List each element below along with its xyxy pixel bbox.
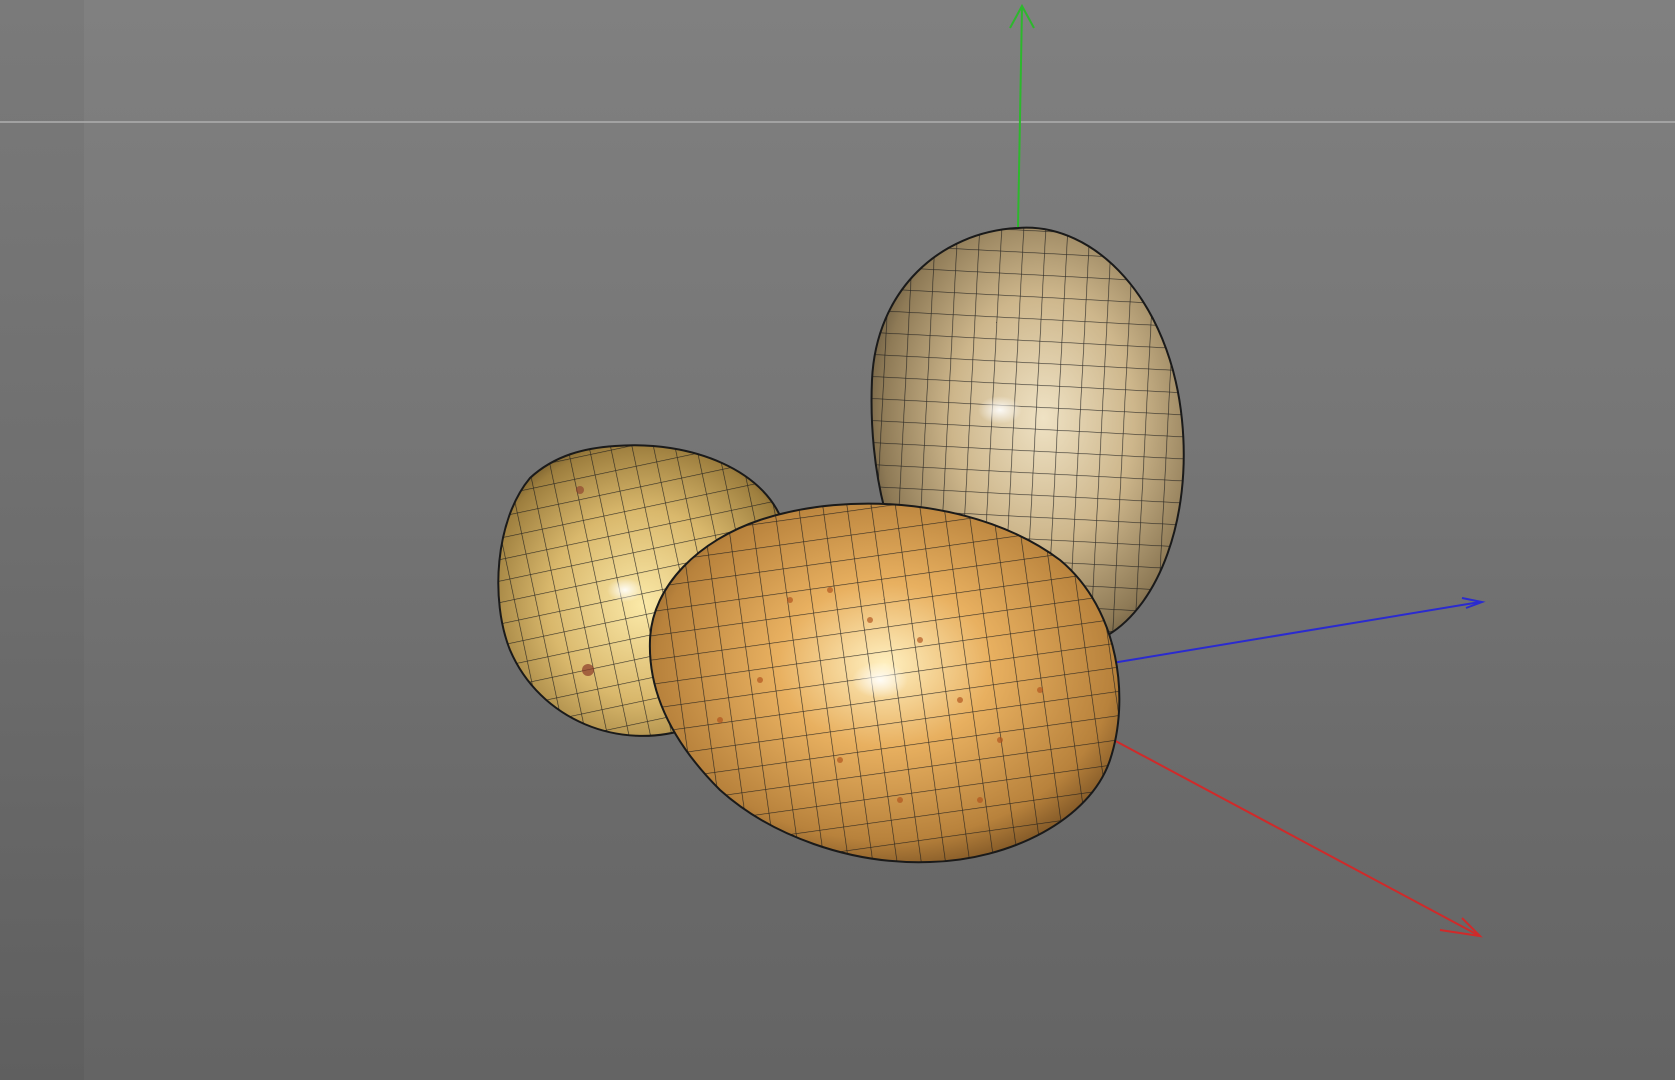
x-axis-gizmo[interactable] <box>1109 737 1483 938</box>
scene-canvas[interactable] <box>0 0 1675 1080</box>
y-axis-gizmo[interactable] <box>1009 3 1035 229</box>
3d-viewport[interactable] <box>0 0 1675 1080</box>
potato-front-mesh[interactable] <box>648 502 1121 864</box>
z-axis-gizmo[interactable] <box>1099 597 1486 666</box>
